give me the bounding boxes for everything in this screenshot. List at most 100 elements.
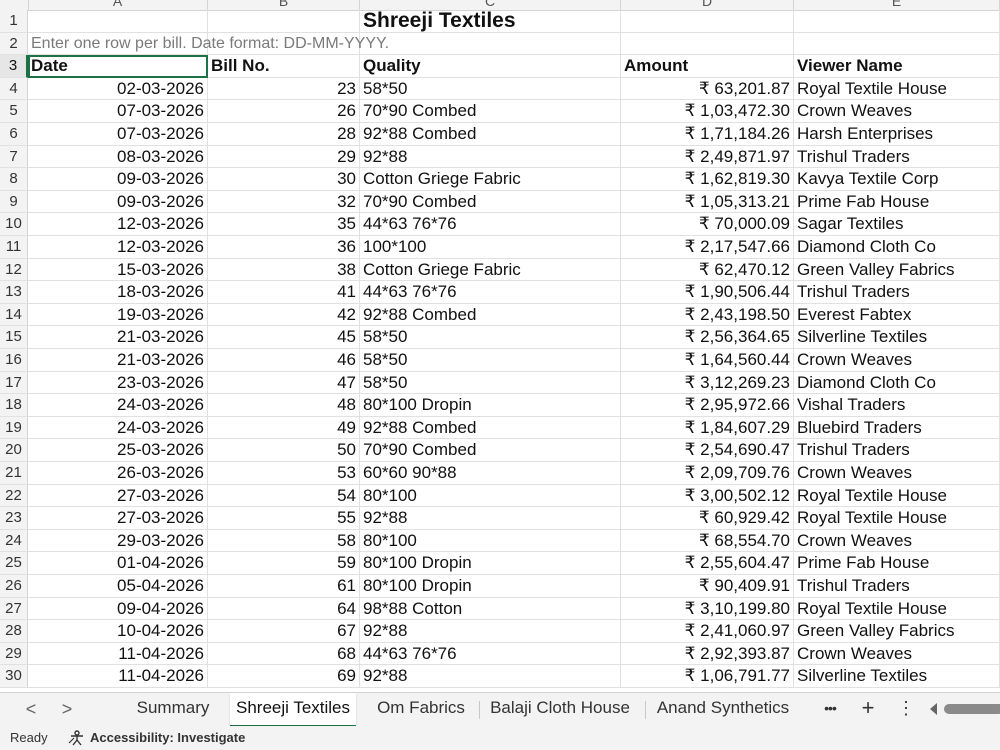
row-number[interactable]: 6 bbox=[0, 123, 28, 146]
quality-cell[interactable]: 92*88 Combed bbox=[360, 123, 621, 146]
date-cell[interactable]: 29-03-2026 bbox=[28, 529, 208, 553]
amount-cell[interactable]: ₹ 3,10,199.80 bbox=[621, 597, 794, 621]
row-number[interactable]: 5 bbox=[0, 100, 28, 123]
bill-no-cell[interactable]: 29 bbox=[208, 145, 360, 169]
date-cell[interactable]: 09-03-2026 bbox=[28, 168, 208, 191]
row-number[interactable]: 30 bbox=[0, 665, 28, 688]
viewer-name-cell[interactable]: Royal Textile House bbox=[794, 507, 1000, 530]
add-sheet-button[interactable]: + bbox=[855, 693, 881, 725]
row-number[interactable]: 17 bbox=[0, 371, 28, 395]
bill-no-cell[interactable]: 41 bbox=[208, 281, 360, 304]
quality-cell[interactable]: 58*50 bbox=[360, 349, 621, 372]
row-number[interactable]: 15 bbox=[0, 326, 28, 349]
viewer-name-cell[interactable]: Harsh Enterprises bbox=[794, 123, 1000, 146]
tab-scroll-left-button[interactable]: < bbox=[14, 693, 48, 727]
amount-cell[interactable]: ₹ 62,470.12 bbox=[621, 258, 794, 282]
date-cell[interactable]: 09-04-2026 bbox=[28, 597, 208, 621]
bill-no-cell[interactable]: 59 bbox=[208, 552, 360, 575]
sheet-title-cell[interactable]: Shreeji Textiles bbox=[360, 10, 621, 33]
row-number[interactable]: 23 bbox=[0, 507, 28, 530]
row-number[interactable]: 28 bbox=[0, 620, 28, 643]
amount-cell[interactable]: ₹ 2,41,060.97 bbox=[621, 620, 794, 643]
scrollbar-thumb[interactable] bbox=[944, 704, 1000, 714]
bill-no-cell[interactable]: 28 bbox=[208, 123, 360, 146]
bill-no-cell[interactable]: 32 bbox=[208, 190, 360, 214]
bill-no-cell[interactable]: 50 bbox=[208, 439, 360, 462]
viewer-name-cell[interactable]: Prime Fab House bbox=[794, 190, 1000, 214]
amount-cell[interactable]: ₹ 2,56,364.65 bbox=[621, 326, 794, 349]
amount-cell[interactable]: ₹ 3,00,502.12 bbox=[621, 484, 794, 508]
tab-scroll-right-button[interactable]: > bbox=[50, 693, 84, 727]
amount-cell[interactable]: ₹ 1,71,184.26 bbox=[621, 123, 794, 146]
sheet-options-icon[interactable]: ⋮ bbox=[893, 693, 919, 725]
amount-cell[interactable]: ₹ 2,09,709.76 bbox=[621, 462, 794, 485]
quality-cell[interactable]: 80*100 Dropin bbox=[360, 575, 621, 598]
date-cell[interactable]: 12-03-2026 bbox=[28, 236, 208, 259]
bill-no-cell[interactable]: 36 bbox=[208, 236, 360, 259]
bill-no-cell[interactable]: 42 bbox=[208, 303, 360, 327]
bill-no-cell[interactable]: 61 bbox=[208, 575, 360, 598]
viewer-name-cell[interactable]: Diamond Cloth Co bbox=[794, 371, 1000, 395]
quality-cell[interactable]: 100*100 bbox=[360, 236, 621, 259]
amount-cell[interactable]: ₹ 90,409.91 bbox=[621, 575, 794, 598]
quality-cell[interactable]: 80*100 Dropin bbox=[360, 552, 621, 575]
more-sheets-icon[interactable]: ••• bbox=[817, 693, 843, 725]
amount-cell[interactable]: ₹ 2,55,604.47 bbox=[621, 552, 794, 575]
quality-cell[interactable]: 92*88 bbox=[360, 665, 621, 688]
date-cell[interactable]: 10-04-2026 bbox=[28, 620, 208, 643]
viewer-name-cell[interactable]: Crown Weaves bbox=[794, 642, 1000, 666]
viewer-name-cell[interactable]: Trishul Traders bbox=[794, 575, 1000, 598]
select-all-corner[interactable] bbox=[0, 0, 29, 10]
date-cell[interactable]: 24-03-2026 bbox=[28, 416, 208, 440]
date-cell[interactable]: 05-04-2026 bbox=[28, 575, 208, 598]
viewer-name-cell[interactable]: Crown Weaves bbox=[794, 349, 1000, 372]
quality-cell[interactable]: 70*90 Combed bbox=[360, 439, 621, 462]
viewer-name-cell[interactable]: Royal Textile House bbox=[794, 484, 1000, 508]
column-header-col-e[interactable]: E bbox=[794, 0, 1000, 10]
quality-cell[interactable]: 92*88 bbox=[360, 620, 621, 643]
row-number[interactable]: 20 bbox=[0, 439, 28, 462]
quality-cell[interactable]: 92*88 bbox=[360, 145, 621, 169]
row-number[interactable]: 4 bbox=[0, 77, 28, 101]
quality-cell[interactable]: 80*100 bbox=[360, 529, 621, 553]
bill-no-cell[interactable]: 49 bbox=[208, 416, 360, 440]
bill-no-cell[interactable]: 30 bbox=[208, 168, 360, 191]
column-heading-col-d[interactable]: Amount bbox=[621, 55, 794, 78]
date-cell[interactable]: 26-03-2026 bbox=[28, 462, 208, 485]
amount-cell[interactable]: ₹ 2,43,198.50 bbox=[621, 303, 794, 327]
cell[interactable] bbox=[794, 10, 1000, 33]
amount-cell[interactable]: ₹ 1,62,819.30 bbox=[621, 168, 794, 191]
accessibility-status[interactable]: Accessibility: Investigate bbox=[68, 726, 245, 750]
row-number[interactable]: 24 bbox=[0, 529, 28, 553]
quality-cell[interactable]: 58*50 bbox=[360, 326, 621, 349]
sheet-tab[interactable]: Balaji Cloth House bbox=[482, 693, 638, 725]
date-cell[interactable]: 19-03-2026 bbox=[28, 303, 208, 327]
date-cell[interactable]: 15-03-2026 bbox=[28, 258, 208, 282]
row-number[interactable]: 21 bbox=[0, 462, 28, 485]
cell[interactable] bbox=[208, 10, 360, 33]
bill-no-cell[interactable]: 47 bbox=[208, 371, 360, 395]
row-number[interactable]: 14 bbox=[0, 303, 28, 327]
horizontal-scrollbar[interactable] bbox=[928, 693, 1000, 725]
amount-cell[interactable]: ₹ 63,201.87 bbox=[621, 77, 794, 101]
amount-cell[interactable]: ₹ 2,92,393.87 bbox=[621, 642, 794, 666]
column-header-col-a[interactable]: A bbox=[28, 0, 208, 10]
column-header-col-b[interactable]: B bbox=[208, 0, 360, 10]
row-number[interactable]: 12 bbox=[0, 258, 28, 282]
sheet-tab[interactable]: Om Fabrics bbox=[368, 693, 474, 725]
viewer-name-cell[interactable]: Crown Weaves bbox=[794, 100, 1000, 123]
viewer-name-cell[interactable]: Sagar Textiles bbox=[794, 213, 1000, 236]
date-cell[interactable]: 27-03-2026 bbox=[28, 484, 208, 508]
amount-cell[interactable]: ₹ 70,000.09 bbox=[621, 213, 794, 236]
quality-cell[interactable]: Cotton Griege Fabric bbox=[360, 258, 621, 282]
quality-cell[interactable]: 92*88 bbox=[360, 507, 621, 530]
date-cell[interactable]: 23-03-2026 bbox=[28, 371, 208, 395]
row-number[interactable]: 13 bbox=[0, 281, 28, 304]
spreadsheet-grid[interactable]: ABCDE 1 Shreeji Textiles 2 Enter one row pe… bbox=[0, 0, 1000, 692]
viewer-name-cell[interactable]: Crown Weaves bbox=[794, 462, 1000, 485]
instruction-note-cell[interactable]: Enter one row per bill. Date format: DD-… bbox=[28, 32, 389, 56]
amount-cell[interactable]: ₹ 1,64,560.44 bbox=[621, 349, 794, 372]
cell[interactable] bbox=[794, 32, 1000, 56]
quality-cell[interactable]: 70*90 Combed bbox=[360, 100, 621, 123]
row-number[interactable]: 27 bbox=[0, 597, 28, 621]
